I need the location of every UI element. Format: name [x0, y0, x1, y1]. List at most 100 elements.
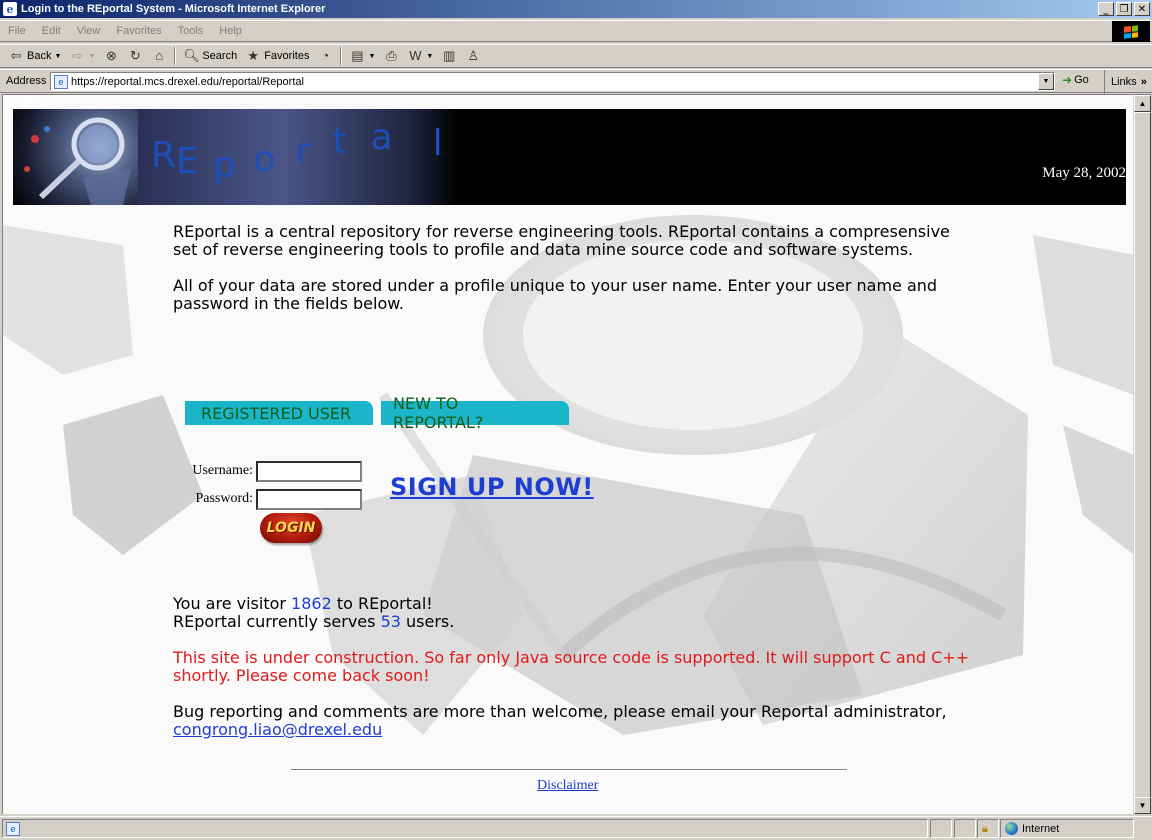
go-label: Go	[1074, 74, 1089, 86]
menu-edit[interactable]: Edit	[34, 25, 69, 37]
vertical-scrollbar[interactable]: ▲ ▼	[1134, 94, 1151, 814]
tab-registered-user[interactable]: REGISTERED USER	[185, 401, 373, 425]
standard-toolbar: ⇦ Back ▼ ⇨ ▼ ⊗ ↻ ⌂ 🔍︎ Search ★ Favorites…	[0, 44, 1152, 68]
security-lock-cell: 🔒︎	[977, 819, 999, 838]
discuss-button[interactable]: ▥	[437, 46, 461, 66]
chevron-right-icon: »	[1140, 76, 1147, 88]
minimize-button[interactable]: _	[1098, 2, 1114, 16]
user-tabs: REGISTERED USER NEW TO REPORTAL?	[185, 394, 569, 432]
go-button[interactable]: ➜ Go	[1062, 73, 1089, 87]
scroll-thumb[interactable]	[1134, 112, 1151, 798]
stats-section: You are visitor 1862 to REportal! REport…	[173, 595, 973, 757]
footer-divider	[291, 769, 847, 771]
forward-button[interactable]: ⇨ ▼	[65, 46, 99, 66]
close-button[interactable]: ✕	[1134, 2, 1150, 16]
print-button[interactable]: ⎙	[379, 46, 403, 66]
user-count: 53	[380, 612, 401, 631]
media-button[interactable]: ◔	[313, 46, 337, 66]
lock-icon: 🔒︎	[982, 822, 988, 835]
discuss-icon: ▥	[443, 48, 456, 63]
banner-title: R E p o r t a l	[151, 117, 443, 186]
home-icon: ⌂	[155, 48, 164, 63]
refresh-icon: ↻	[129, 48, 141, 63]
about-us-link[interactable]: ABOUT US	[13, 95, 87, 112]
address-url[interactable]: https://reportal.mcs.drexel.edu/reportal…	[71, 76, 304, 88]
title-bar: e Login to the REportal System - Microso…	[0, 0, 1152, 18]
back-dropdown-icon[interactable]: ▼	[54, 53, 61, 60]
history-button[interactable]: ▤ ▼	[345, 46, 379, 66]
page-viewport: R E p o r t a l May 28, 2002 ABOUT US RE…	[2, 94, 1133, 814]
toolbar-separator	[340, 47, 343, 65]
zone-label: Internet	[1022, 822, 1060, 835]
forward-dropdown-icon[interactable]: ▼	[88, 53, 95, 60]
zone-cell: Internet	[1000, 819, 1134, 838]
address-input[interactable]: e https://reportal.mcs.drexel.edu/report…	[50, 72, 1055, 91]
header-banner: R E p o r t a l May 28, 2002	[13, 109, 1126, 205]
visitor-suffix: to REportal!	[331, 594, 433, 613]
refresh-button[interactable]: ↻	[123, 46, 147, 66]
password-input[interactable]	[256, 488, 362, 510]
search-button[interactable]: 🔍︎ Search	[179, 46, 241, 66]
status-main: e	[2, 819, 928, 838]
disclaimer-link[interactable]: Disclaimer	[537, 778, 598, 794]
admin-email-link[interactable]: congrong.liao@drexel.edu	[173, 720, 382, 739]
toolbar-separator	[174, 47, 177, 65]
menu-tools[interactable]: Tools	[170, 25, 212, 37]
go-arrow-icon: ➜	[1062, 73, 1073, 87]
internet-globe-icon	[1005, 822, 1018, 835]
banner-date: May 28, 2002	[1042, 165, 1126, 181]
links-label: Links	[1111, 76, 1137, 88]
banner-letter: o	[253, 139, 276, 180]
sign-up-link[interactable]: SIGN UP NOW!	[390, 473, 594, 501]
address-bar: Address e https://reportal.mcs.drexel.ed…	[0, 69, 1152, 94]
bug-report-text: Bug reporting and comments are more than…	[173, 702, 947, 721]
windows-logo	[1112, 21, 1150, 42]
messenger-button[interactable]: ♙	[461, 46, 485, 66]
edit-dropdown-icon[interactable]: ▼	[426, 53, 433, 60]
magnifier-logo	[13, 109, 138, 205]
password-row: Password:	[187, 485, 362, 513]
word-edit-icon: W	[409, 48, 422, 63]
back-button[interactable]: ⇦ Back ▼	[4, 46, 65, 66]
banner-letter: l	[432, 123, 443, 164]
serves-suffix: users.	[400, 612, 455, 631]
history-dropdown-icon[interactable]: ▼	[368, 53, 375, 60]
page-icon: e	[54, 74, 68, 89]
restore-button[interactable]: ❐	[1116, 2, 1132, 16]
username-input[interactable]	[256, 460, 362, 482]
menu-help[interactable]: Help	[211, 25, 250, 37]
menu-bar: File Edit View Favorites Tools Help	[0, 20, 1152, 42]
history-icon: ▤	[351, 48, 364, 63]
visitor-prefix: You are visitor	[173, 594, 292, 613]
stop-button[interactable]: ⊗	[99, 46, 123, 66]
status-progress-cell	[930, 819, 952, 838]
scroll-down-icon[interactable]: ▼	[1134, 797, 1151, 814]
links-button[interactable]: Links »	[1104, 70, 1147, 94]
banner-letter: r	[295, 131, 311, 172]
back-label: Back	[27, 50, 52, 62]
menu-file[interactable]: File	[0, 25, 34, 37]
password-label: Password:	[195, 491, 253, 506]
edit-button[interactable]: W ▼	[403, 46, 437, 66]
print-icon: ⎙	[386, 48, 397, 63]
instructions-text: All of your data are stored under a prof…	[173, 276, 938, 313]
home-button[interactable]: ⌂	[147, 46, 171, 66]
menu-favorites[interactable]: Favorites	[108, 25, 169, 37]
address-label: Address	[6, 75, 47, 87]
username-row: Username:	[187, 457, 362, 485]
favorites-button[interactable]: ★ Favorites	[241, 46, 313, 66]
login-button[interactable]: LOGIN	[260, 513, 322, 543]
banner-letter: p	[212, 145, 236, 186]
stop-icon: ⊗	[105, 48, 117, 63]
search-icon: 🔍︎	[183, 48, 200, 63]
username-label: Username:	[192, 463, 253, 478]
address-dropdown-icon[interactable]: ▼	[1038, 73, 1054, 90]
serves-prefix: REportal currently serves	[173, 612, 381, 631]
banner-letter: E	[176, 141, 199, 182]
scroll-up-icon[interactable]: ▲	[1134, 95, 1151, 112]
menu-view[interactable]: View	[69, 25, 109, 37]
favorites-icon: ★	[247, 48, 260, 63]
construction-notice: This site is under construction. So far …	[173, 648, 970, 685]
status-blank-cell	[954, 819, 976, 838]
tab-new-to-reportal[interactable]: NEW TO REPORTAL?	[381, 394, 569, 432]
